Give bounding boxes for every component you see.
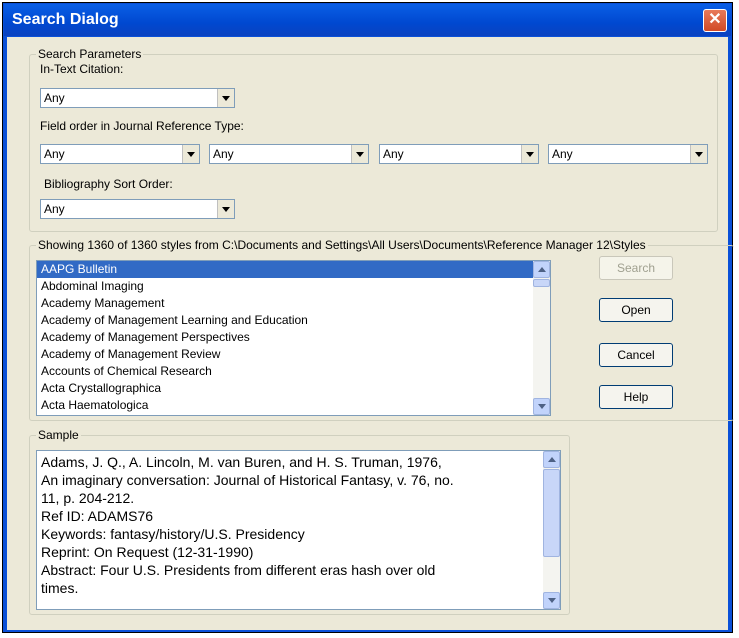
field-order-value-3: Any bbox=[383, 147, 404, 161]
scroll-up-icon[interactable] bbox=[533, 261, 550, 278]
list-item[interactable]: Accounts of Chemical Research bbox=[37, 363, 550, 380]
window-title: Search Dialog bbox=[12, 11, 119, 28]
chevron-down-icon[interactable] bbox=[521, 145, 538, 163]
scroll-down-icon[interactable] bbox=[543, 592, 560, 609]
search-parameters-legend: Search Parameters bbox=[36, 47, 144, 61]
scroll-up-icon[interactable] bbox=[543, 451, 560, 468]
field-order-value-4: Any bbox=[552, 147, 573, 161]
sample-line: 11, p. 204-212. bbox=[41, 490, 135, 506]
list-item[interactable]: Academy of Management Learning and Educa… bbox=[37, 312, 550, 329]
help-button[interactable]: Help bbox=[599, 385, 673, 409]
field-order-value-1: Any bbox=[44, 147, 65, 161]
field-order-select-3[interactable]: Any bbox=[379, 144, 539, 164]
sample-line: Ref ID: ADAMS76 bbox=[41, 508, 154, 524]
styles-scrollbar[interactable] bbox=[533, 261, 550, 415]
scroll-down-icon[interactable] bbox=[533, 398, 550, 415]
list-item[interactable]: AAPG Bulletin bbox=[37, 261, 550, 278]
field-order-select-4[interactable]: Any bbox=[548, 144, 708, 164]
search-parameters-group: Search Parameters In-Text Citation: Any … bbox=[29, 47, 718, 232]
chevron-down-icon[interactable] bbox=[217, 200, 234, 218]
bibliography-sort-value: Any bbox=[44, 202, 65, 216]
chevron-down-icon[interactable] bbox=[182, 145, 199, 163]
list-item[interactable]: Abdominal Imaging bbox=[37, 278, 550, 295]
search-dialog-window: Search Dialog ✕ Search Parameters In-Tex… bbox=[2, 2, 734, 633]
sample-scrollbar[interactable] bbox=[543, 451, 560, 609]
in-text-citation-select[interactable]: Any bbox=[40, 88, 235, 108]
bibliography-sort-select[interactable]: Any bbox=[40, 199, 235, 219]
list-item[interactable]: Academy Management bbox=[37, 295, 550, 312]
field-order-value-2: Any bbox=[213, 147, 234, 161]
styles-list[interactable]: AAPG Bulletin Abdominal Imaging Academy … bbox=[36, 260, 551, 416]
chevron-down-icon[interactable] bbox=[690, 145, 707, 163]
sample-textbox[interactable]: Adams, J. Q., A. Lincoln, M. van Buren, … bbox=[36, 450, 561, 610]
sample-line: times. bbox=[41, 580, 79, 596]
field-order-select-2[interactable]: Any bbox=[209, 144, 369, 164]
sample-line: Adams, J. Q., A. Lincoln, M. van Buren, … bbox=[41, 454, 442, 470]
close-icon: ✕ bbox=[708, 11, 722, 28]
sample-line: An imaginary conversation: Journal of Hi… bbox=[41, 472, 454, 488]
close-button[interactable]: ✕ bbox=[703, 9, 727, 32]
list-item[interactable]: Academy of Management Perspectives bbox=[37, 329, 550, 346]
chevron-down-icon[interactable] bbox=[217, 89, 234, 107]
sample-legend: Sample bbox=[36, 428, 81, 442]
sample-group: Sample Adams, J. Q., A. Lincoln, M. van … bbox=[29, 428, 570, 615]
in-text-citation-label: In-Text Citation: bbox=[40, 62, 124, 76]
scroll-thumb[interactable] bbox=[533, 279, 550, 287]
open-button[interactable]: Open bbox=[599, 298, 673, 322]
sample-line: Reprint: On Request (12-31-1990) bbox=[41, 544, 254, 560]
sample-text: Adams, J. Q., A. Lincoln, M. van Buren, … bbox=[41, 453, 538, 597]
search-button[interactable]: Search bbox=[599, 256, 673, 280]
scroll-thumb[interactable] bbox=[543, 469, 560, 557]
field-order-label: Field order in Journal Reference Type: bbox=[40, 119, 244, 133]
bibliography-sort-label: Bibliography Sort Order: bbox=[44, 177, 173, 191]
in-text-citation-value: Any bbox=[44, 91, 65, 105]
field-order-select-1[interactable]: Any bbox=[40, 144, 200, 164]
list-item[interactable]: Acta Haematologica bbox=[37, 397, 550, 414]
cancel-button[interactable]: Cancel bbox=[599, 343, 673, 367]
title-bar[interactable]: Search Dialog ✕ bbox=[4, 4, 731, 36]
sample-line: Abstract: Four U.S. Presidents from diff… bbox=[41, 562, 436, 578]
sample-line: Keywords: fantasy/history/U.S. Presidenc… bbox=[41, 526, 305, 542]
dialog-body: Search Parameters In-Text Citation: Any … bbox=[7, 37, 734, 630]
list-item[interactable]: Acta Crystallographica bbox=[37, 380, 550, 397]
chevron-down-icon[interactable] bbox=[351, 145, 368, 163]
list-item[interactable]: Academy of Management Review bbox=[37, 346, 550, 363]
styles-legend: Showing 1360 of 1360 styles from C:\Docu… bbox=[36, 238, 648, 252]
